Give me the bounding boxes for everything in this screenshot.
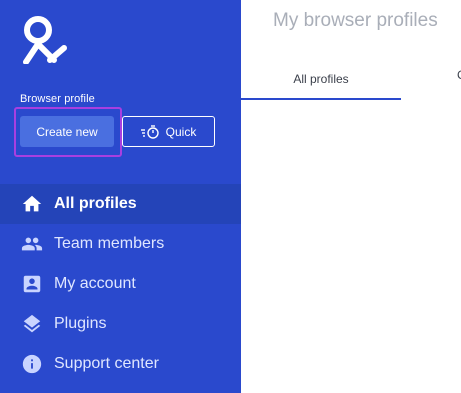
sidebar-item-label: Plugins: [54, 315, 107, 332]
sidebar-nav: All profiles Team members My account Plu…: [0, 184, 241, 384]
stopwatch-icon: [140, 124, 159, 139]
tab-all-profiles[interactable]: All profiles: [241, 58, 401, 100]
page-title: My browser profiles: [273, 10, 438, 31]
sidebar-item-label: Team members: [54, 235, 165, 252]
sidebar-item-plugins[interactable]: Plugins: [0, 304, 241, 344]
sidebar-item-team-members[interactable]: Team members: [0, 224, 241, 264]
people-icon: [20, 232, 44, 256]
sidebar-item-label: Support center: [54, 355, 159, 372]
active-tab-indicator: [241, 98, 401, 100]
sidebar-item-my-account[interactable]: My account: [0, 264, 241, 304]
quick-button-label: Quick: [165, 124, 197, 139]
info-icon: [20, 352, 44, 376]
tab-next[interactable]: C: [457, 68, 461, 82]
sidebar-item-label: My account: [54, 275, 136, 292]
main-content: My browser profiles All profiles C: [241, 0, 461, 393]
browser-profile-label: Browser profile: [20, 93, 95, 105]
sidebar-item-support-center[interactable]: Support center: [0, 344, 241, 384]
brand-logo-icon[interactable]: [18, 14, 70, 64]
account-box-icon: [20, 272, 44, 296]
layers-icon: [20, 312, 44, 336]
quick-button[interactable]: Quick: [122, 116, 215, 147]
home-icon: [20, 192, 44, 216]
create-new-button[interactable]: Create new: [20, 116, 114, 147]
sidebar-item-all-profiles[interactable]: All profiles: [0, 184, 241, 224]
sidebar-item-label: All profiles: [54, 195, 137, 212]
sidebar: Browser profile Create new Quick All pro…: [0, 0, 241, 393]
